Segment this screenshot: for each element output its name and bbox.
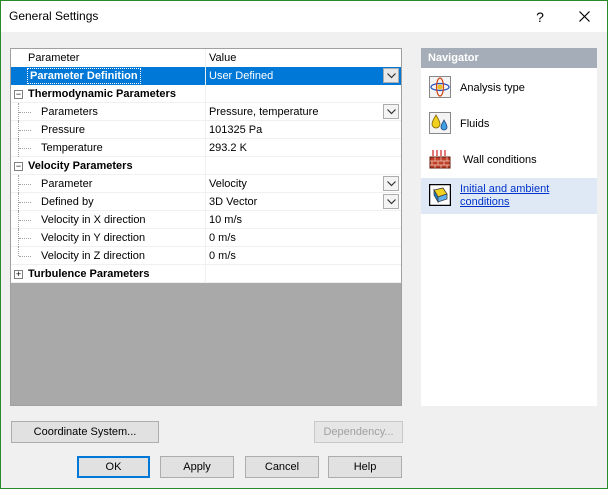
row-value[interactable]: 0 m/s bbox=[209, 232, 236, 244]
nav-item-initial-ambient-conditions[interactable]: Initial and ambient conditions bbox=[421, 178, 597, 214]
chevron-down-icon bbox=[386, 180, 396, 186]
help-title-button[interactable]: ? bbox=[520, 1, 560, 32]
dependency-button[interactable]: Dependency... bbox=[314, 421, 403, 443]
chevron-down-icon bbox=[386, 198, 396, 204]
ok-button[interactable]: OK bbox=[77, 456, 150, 478]
collapse-icon[interactable]: − bbox=[14, 90, 23, 99]
coordinate-system-button[interactable]: Coordinate System... bbox=[11, 421, 159, 443]
group-velocity-parameters[interactable]: − Velocity Parameters bbox=[11, 157, 401, 175]
row-value[interactable]: 0 m/s bbox=[209, 250, 236, 262]
row-velocity-y[interactable]: Velocity in Y direction 0 m/s bbox=[11, 229, 401, 247]
nav-item-fluids[interactable]: Fluids bbox=[421, 106, 597, 142]
nav-label: Wall conditions bbox=[463, 154, 537, 166]
collapse-icon[interactable]: − bbox=[14, 162, 23, 171]
nav-label: Fluids bbox=[460, 118, 490, 130]
group-label: Velocity Parameters bbox=[28, 160, 133, 172]
row-label: Velocity in Z direction bbox=[41, 250, 145, 262]
row-label: Velocity in Y direction bbox=[41, 232, 146, 244]
grid-header: Parameter Value bbox=[11, 49, 401, 67]
initial-conditions-icon bbox=[429, 184, 451, 206]
row-velocity-z[interactable]: Velocity in Z direction 0 m/s bbox=[11, 247, 401, 265]
row-value[interactable]: 10 m/s bbox=[209, 214, 242, 226]
row-parameter[interactable]: Parameter Velocity bbox=[11, 175, 401, 193]
nav-label-line2: conditions bbox=[460, 196, 510, 208]
row-value[interactable]: 101325 Pa bbox=[209, 124, 262, 136]
close-button[interactable] bbox=[564, 1, 604, 32]
group-turbulence-parameters[interactable]: + Turbulence Parameters bbox=[11, 265, 401, 283]
row-defined-by[interactable]: Defined by 3D Vector bbox=[11, 193, 401, 211]
nav-label: Initial and ambient conditions bbox=[460, 183, 549, 209]
row-label: Velocity in X direction bbox=[41, 214, 146, 226]
row-label: Defined by bbox=[41, 196, 94, 208]
row-temperature[interactable]: Temperature 293.2 K bbox=[11, 139, 401, 157]
row-label: Pressure bbox=[41, 124, 86, 136]
navigator-title: Navigator bbox=[421, 48, 597, 68]
group-label: Thermodynamic Parameters bbox=[28, 88, 176, 100]
cancel-button[interactable]: Cancel bbox=[245, 456, 319, 478]
nav-item-wall-conditions[interactable]: Wall conditions bbox=[421, 142, 597, 178]
parameter-grid[interactable]: Parameter Value Parameter Definition Use… bbox=[10, 48, 402, 406]
navigator-panel: Navigator Analysis type Fluids Wall cond… bbox=[421, 48, 597, 406]
parameter-definition-dropdown[interactable] bbox=[383, 68, 399, 83]
nav-label-line1: Initial and ambient bbox=[460, 183, 550, 195]
row-label: Temperature bbox=[41, 142, 103, 154]
defined-by-dropdown[interactable] bbox=[383, 194, 399, 209]
nav-label: Analysis type bbox=[460, 82, 525, 94]
group-label: Turbulence Parameters bbox=[28, 268, 150, 280]
row-value: 3D Vector bbox=[209, 196, 258, 208]
row-label: Parameters bbox=[41, 106, 98, 118]
row-parameters[interactable]: Parameters Pressure, temperature bbox=[11, 103, 401, 121]
expand-icon[interactable]: + bbox=[14, 270, 23, 279]
window-title: General Settings bbox=[9, 9, 99, 23]
analysis-type-icon bbox=[429, 76, 451, 98]
title-bar: General Settings ? bbox=[1, 1, 607, 32]
row-value: Pressure, temperature bbox=[209, 106, 319, 118]
velocity-parameter-dropdown[interactable] bbox=[383, 176, 399, 191]
group-thermodynamic-parameters[interactable]: − Thermodynamic Parameters bbox=[11, 85, 401, 103]
row-value: User Defined bbox=[209, 70, 274, 82]
row-value[interactable]: 293.2 K bbox=[209, 142, 247, 154]
help-button[interactable]: Help bbox=[328, 456, 402, 478]
close-icon bbox=[578, 11, 590, 22]
fluids-icon bbox=[429, 112, 451, 134]
row-label: Parameter Definition bbox=[27, 68, 141, 84]
chevron-down-icon bbox=[386, 108, 396, 114]
row-parameter-definition[interactable]: Parameter Definition User Defined bbox=[11, 67, 401, 85]
parameters-dropdown[interactable] bbox=[383, 104, 399, 119]
nav-item-analysis-type[interactable]: Analysis type bbox=[421, 70, 597, 106]
header-value: Value bbox=[209, 52, 237, 64]
row-pressure[interactable]: Pressure 101325 Pa bbox=[11, 121, 401, 139]
header-parameter: Parameter bbox=[28, 52, 80, 64]
apply-button[interactable]: Apply bbox=[160, 456, 234, 478]
chevron-down-icon bbox=[386, 72, 396, 78]
general-settings-dialog: General Settings ? Parameter Value Param… bbox=[0, 0, 608, 489]
wall-conditions-icon bbox=[429, 150, 451, 169]
row-value: Velocity bbox=[209, 178, 247, 190]
row-label: Parameter bbox=[41, 178, 93, 190]
row-velocity-x[interactable]: Velocity in X direction 10 m/s bbox=[11, 211, 401, 229]
